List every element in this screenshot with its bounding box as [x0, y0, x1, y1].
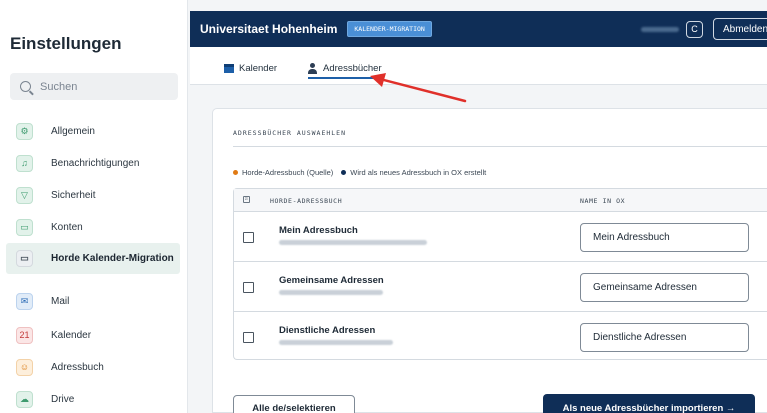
app-badge: KALENDER-MIGRATION — [347, 21, 432, 37]
sidebar-item-label: Benachrichtigungen — [51, 157, 140, 169]
calendar-icon — [224, 64, 234, 73]
app-header: Universitaet Hohenheim KALENDER-MIGRATIO… — [190, 11, 767, 47]
sidebar-item-allgemein[interactable]: ⚙ Allgemein — [6, 116, 180, 146]
search-input[interactable]: Suchen — [10, 73, 178, 100]
sidebar-item-konten[interactable]: ▭ Konten — [6, 212, 180, 242]
gear-icon: ⚙ — [16, 122, 33, 140]
row-id-blurred — [279, 240, 427, 245]
ox-name-input[interactable]: Mein Adressbuch — [580, 223, 749, 252]
user-avatar-button[interactable]: C — [686, 20, 703, 38]
row-name: Mein Adressbuch — [279, 225, 358, 236]
source-dot-icon — [233, 170, 238, 175]
sidebar-item-label: Kalender — [51, 329, 92, 341]
sidebar-item-label: Horde Kalender-Migration — [51, 253, 174, 264]
calendar-icon: 21 — [16, 326, 33, 344]
row-checkbox[interactable] — [243, 232, 254, 243]
tab-label: Kalender — [239, 63, 278, 74]
addressbook-table: ☑ HORDE-ADRESSBUCH NAME IN OX Mein Adres… — [233, 188, 767, 360]
tab-kalender[interactable]: Kalender — [224, 63, 277, 74]
sidebar-item-label: Adressbuch — [51, 361, 104, 373]
sidebar-item-adressbuch[interactable]: ☺ Adressbuch — [6, 352, 180, 382]
mail-icon: ✉ — [16, 292, 33, 310]
import-button[interactable]: Als neue Adressbücher importieren → — [543, 394, 755, 413]
sidebar-item-benachrichtigungen[interactable]: ♫ Benachrichtigungen — [6, 148, 180, 178]
search-placeholder: Suchen — [40, 80, 78, 93]
sidebar-item-kalender[interactable]: 21 Kalender — [6, 320, 180, 350]
toggle-all-button[interactable]: Alle de/selektieren — [233, 395, 355, 413]
tab-bar: Kalender Adressbücher — [190, 47, 767, 85]
table-row: Mein Adressbuch Mein Adressbuch — [234, 212, 767, 262]
sidebar-item-label: Allgemein — [51, 125, 95, 137]
user-name-blurred — [641, 26, 679, 32]
sidebar-item-label: Mail — [51, 295, 70, 307]
bell-icon: ♫ — [16, 154, 33, 172]
sidebar-item-label: Konten — [51, 221, 83, 233]
row-name: Dienstliche Adressen — [279, 325, 376, 336]
table-row: Gemeinsame Adressen Gemeinsame Adressen — [234, 262, 767, 312]
table-header: ☑ HORDE-ADRESSBUCH NAME IN OX — [234, 189, 767, 212]
addressbook-icon: ☺ — [16, 358, 33, 376]
row-checkbox[interactable] — [243, 332, 254, 343]
target-dot-icon — [341, 170, 347, 175]
settings-title: Einstellungen — [10, 34, 122, 53]
legend: Horde-Adressbuch (Quelle) Wird als neues… — [233, 168, 486, 177]
column-header-name: NAME IN OX — [580, 197, 626, 205]
row-id-blurred — [279, 290, 383, 295]
sidebar-item-mail[interactable]: ✉ Mail — [6, 286, 180, 316]
accounts-icon: ▭ — [16, 218, 33, 236]
row-checkbox[interactable] — [243, 282, 254, 293]
legend-source: Horde-Adressbuch (Quelle) — [242, 168, 334, 177]
row-id-blurred — [279, 340, 393, 345]
ox-name-input[interactable]: Gemeinsame Adressen — [580, 273, 749, 302]
app-title: Universitaet Hohenheim — [200, 22, 338, 36]
shield-icon: ▽ — [16, 186, 33, 204]
sidebar-item-horde-migration[interactable]: ▭ Horde Kalender-Migration — [6, 243, 180, 274]
search-icon — [20, 81, 31, 92]
ox-name-input[interactable]: Dienstliche Adressen — [580, 323, 749, 352]
person-icon — [308, 63, 318, 74]
logout-button[interactable]: Abmelden — [713, 18, 767, 40]
column-header-horde: HORDE-ADRESSBUCH — [270, 197, 343, 205]
annotation-arrow — [370, 73, 467, 103]
sidebar-item-label: Drive — [51, 393, 75, 405]
folder-icon: ▭ — [16, 250, 33, 267]
sidebar-item-drive[interactable]: ☁ Drive — [6, 384, 180, 413]
sidebar-item-sicherheit[interactable]: ▽ Sicherheit — [6, 180, 180, 210]
sidebar-item-label: Sicherheit — [51, 189, 96, 201]
legend-target: Wird als neues Adressbuch in OX erstellt — [350, 168, 487, 177]
select-all-checkbox[interactable]: ☑ — [243, 196, 250, 203]
addressbook-panel: ADRESSBÜCHER AUSWAEHLEN Horde-Adressbuch… — [212, 108, 767, 413]
panel-heading: ADRESSBÜCHER AUSWAEHLEN — [233, 129, 347, 137]
divider — [233, 146, 767, 147]
table-row: Dienstliche Adressen Dienstliche Adresse… — [234, 312, 767, 362]
settings-sidebar: Einstellungen Suchen ⚙ Allgemein ♫ Benac… — [0, 0, 188, 413]
row-name: Gemeinsame Adressen — [279, 275, 384, 286]
cloud-icon: ☁ — [16, 390, 33, 408]
